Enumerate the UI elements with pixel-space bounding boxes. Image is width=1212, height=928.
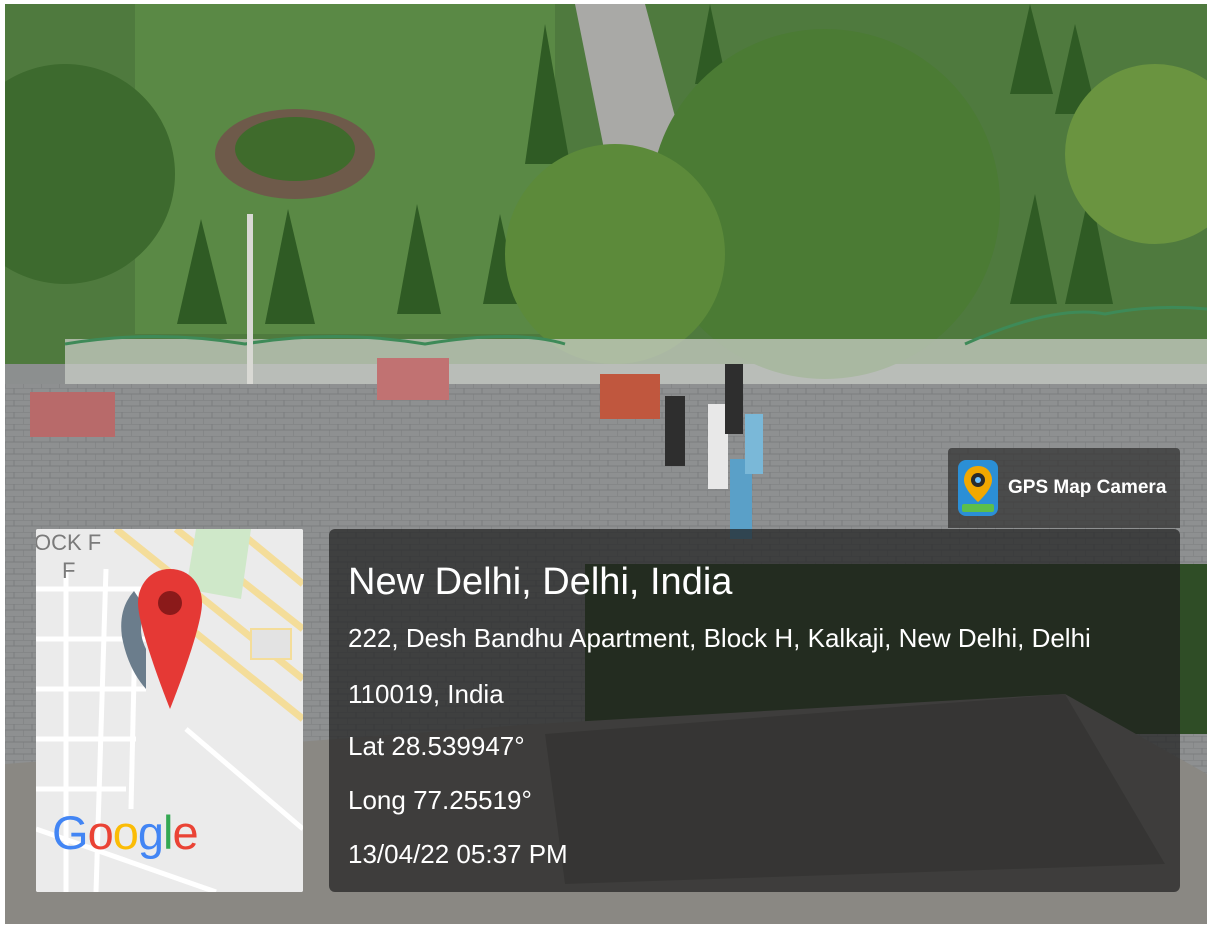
- gps-map-camera-app-icon: [958, 460, 998, 516]
- google-logo-letter: o: [112, 806, 139, 859]
- map-label-line-1: OCK F: [36, 530, 102, 555]
- google-logo: Google: [52, 805, 199, 860]
- location-timestamp: 13/04/22 05:37 PM: [348, 839, 568, 869]
- location-longitude: Long 77.25519°: [348, 785, 532, 815]
- location-city: New Delhi, Delhi, India: [348, 561, 733, 603]
- google-logo-letter: g: [137, 806, 164, 859]
- google-logo-text: Google: [52, 806, 199, 859]
- map-label-line-2: F: [62, 558, 76, 583]
- location-address-line-1: 222, Desh Bandhu Apartment, Block H, Kal…: [348, 623, 1091, 653]
- google-logo-letter: G: [52, 806, 89, 859]
- map-street-label: OCK F F: [36, 529, 101, 585]
- location-info-panel: New Delhi, Delhi, India 222, Desh Bandhu…: [329, 529, 1180, 892]
- map-thumbnail[interactable]: OCK F F Google: [36, 529, 303, 892]
- google-logo-letter: e: [172, 806, 198, 859]
- google-logo-letter: o: [87, 806, 114, 859]
- app-name: GPS Map Camera: [1008, 477, 1167, 498]
- location-address-line-2: 110019, India: [348, 679, 504, 709]
- app-badge: GPS Map Camera: [948, 448, 1180, 528]
- location-latitude: Lat 28.539947°: [348, 731, 525, 761]
